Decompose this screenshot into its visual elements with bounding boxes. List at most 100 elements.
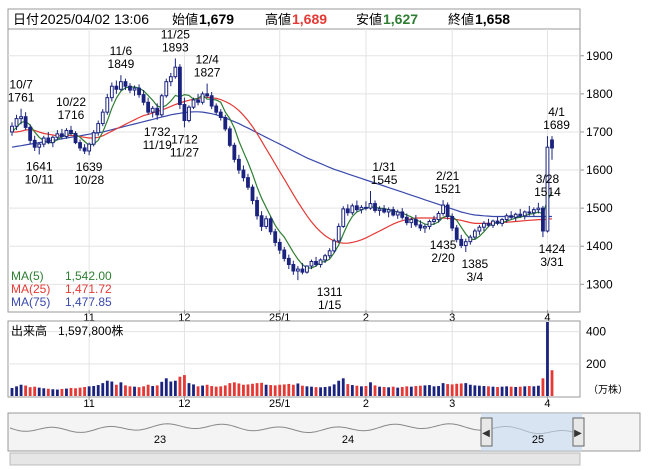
candle-body-down xyxy=(218,111,223,118)
candle-body-down xyxy=(418,224,423,229)
candle-body-up xyxy=(536,207,541,211)
volume-bar-9 xyxy=(51,389,55,396)
candle-73 xyxy=(341,206,346,228)
candle-body-up xyxy=(427,220,432,227)
annotation-6: 11/251893 xyxy=(161,27,190,54)
volume-bar-100 xyxy=(464,383,468,396)
volume-bar-50 xyxy=(237,383,241,396)
candle-body-up xyxy=(168,76,173,83)
candle-body-down xyxy=(286,257,291,266)
volume-axis: 200 400 xyxy=(586,325,606,371)
candle-body-down xyxy=(400,211,405,218)
candle-body-up xyxy=(55,133,60,138)
candle-body-down xyxy=(196,99,200,103)
volume-bar-28 xyxy=(137,387,141,396)
volume-bar-77 xyxy=(360,386,363,396)
volume-bar-16 xyxy=(83,386,87,396)
volume-bar-37 xyxy=(178,376,182,396)
candle-39 xyxy=(187,105,191,123)
volume-bar-81 xyxy=(378,386,381,396)
volume-bar-67 xyxy=(314,387,318,396)
candle-body-up xyxy=(191,99,196,108)
candle-body-down xyxy=(23,116,28,128)
volume-bar-33 xyxy=(160,381,164,396)
annotation-value: 1639 xyxy=(76,160,103,174)
price-tick-label-1700: 1700 xyxy=(586,125,613,139)
annotation-3: 163910/28 xyxy=(74,160,104,187)
annotation-value: 1893 xyxy=(162,40,189,54)
volume-bar-72 xyxy=(337,380,341,396)
volume-bar-68 xyxy=(319,387,322,396)
volume-bar-17 xyxy=(87,386,91,396)
candle-body-up xyxy=(482,222,486,228)
volume-bar-65 xyxy=(305,386,309,396)
low-value: 1,627 xyxy=(383,11,418,27)
candle-47 xyxy=(223,114,228,132)
annotation-4: 11/61849 xyxy=(108,44,135,71)
volume-bar-104 xyxy=(482,386,486,396)
volume-bar-75 xyxy=(350,385,354,396)
candle-48 xyxy=(227,126,232,148)
candle-body-down xyxy=(223,116,228,130)
navigator-scrollbar[interactable] xyxy=(9,452,581,466)
annotation-date: 11/6 xyxy=(110,44,133,58)
range-navigator[interactable]: ◀ ▶ 23 24 25 xyxy=(7,412,641,466)
candle-14 xyxy=(73,131,78,145)
price-tick-label-1800: 1800 xyxy=(586,87,613,101)
volume-bar-12 xyxy=(65,388,68,396)
candle-71 xyxy=(332,238,337,254)
stock-chart-svg: 日付 2025/04/02 13:06 始値 1,679 高値 1,689 安値… xyxy=(7,8,641,466)
volume-bar-71 xyxy=(332,384,336,396)
candle-body-up xyxy=(491,220,495,226)
volume-bar-11 xyxy=(60,388,64,396)
candle-body-down xyxy=(509,215,514,218)
candle-body-up xyxy=(295,268,300,272)
volume-bar-84 xyxy=(391,386,395,396)
annotation-date: 1/15 xyxy=(318,298,342,312)
candle-body-up xyxy=(463,241,468,246)
month-label-11: 11 xyxy=(83,398,94,410)
stock-chart-widget: 日付 2025/04/02 13:06 始値 1,679 高値 1,689 安値… xyxy=(0,0,653,470)
volume-bar-39 xyxy=(187,383,191,396)
chevron-right-icon: ▶ xyxy=(574,428,582,439)
high-label: 高値 xyxy=(265,12,291,27)
annotation-value: 1521 xyxy=(434,182,461,196)
candle-body-down xyxy=(32,139,37,148)
candle-body-up xyxy=(472,230,477,238)
candle-body-up xyxy=(87,143,92,152)
legend-ma25-value: 1,471.72 xyxy=(65,282,112,296)
datetime-value: 2025/04/02 13:06 xyxy=(40,11,149,27)
candle-body-down xyxy=(128,85,132,91)
candle-body-up xyxy=(309,260,314,267)
annotation-5: 173211/19 xyxy=(143,125,172,152)
candle-97 xyxy=(450,213,455,231)
candle-body-up xyxy=(305,265,309,273)
volume-bar-102 xyxy=(473,385,477,396)
candle-body-up xyxy=(164,81,169,97)
month-label-25/1: 25/1 xyxy=(269,398,290,410)
volume-bar-99 xyxy=(459,383,463,396)
candle-body-down xyxy=(345,208,350,214)
volume-bar-66 xyxy=(310,386,313,396)
close-value: 1,658 xyxy=(475,11,510,27)
candle-body-down xyxy=(236,158,241,171)
candle-body-up xyxy=(468,236,473,243)
candle-body-down xyxy=(255,200,259,217)
candle-body-down xyxy=(177,66,182,106)
volume-bar-25 xyxy=(124,385,127,396)
candle-body-down xyxy=(182,104,187,122)
annotation-date: 10/7 xyxy=(9,78,33,92)
volume-bar-7 xyxy=(42,388,46,396)
volume-bar-20 xyxy=(101,383,105,396)
volume-bar-18 xyxy=(92,386,96,396)
candle-body-down xyxy=(141,94,146,103)
volume-bar-74 xyxy=(346,384,350,396)
candle-body-up xyxy=(436,212,441,221)
candle-96 xyxy=(445,202,450,220)
volume-tick-label-400: 400 xyxy=(586,325,606,339)
candle-body-up xyxy=(432,219,436,222)
candle-body-up xyxy=(318,259,323,266)
annotation-value: 1641 xyxy=(26,159,53,173)
candle-34 xyxy=(164,78,169,98)
candle-body-up xyxy=(200,93,205,103)
